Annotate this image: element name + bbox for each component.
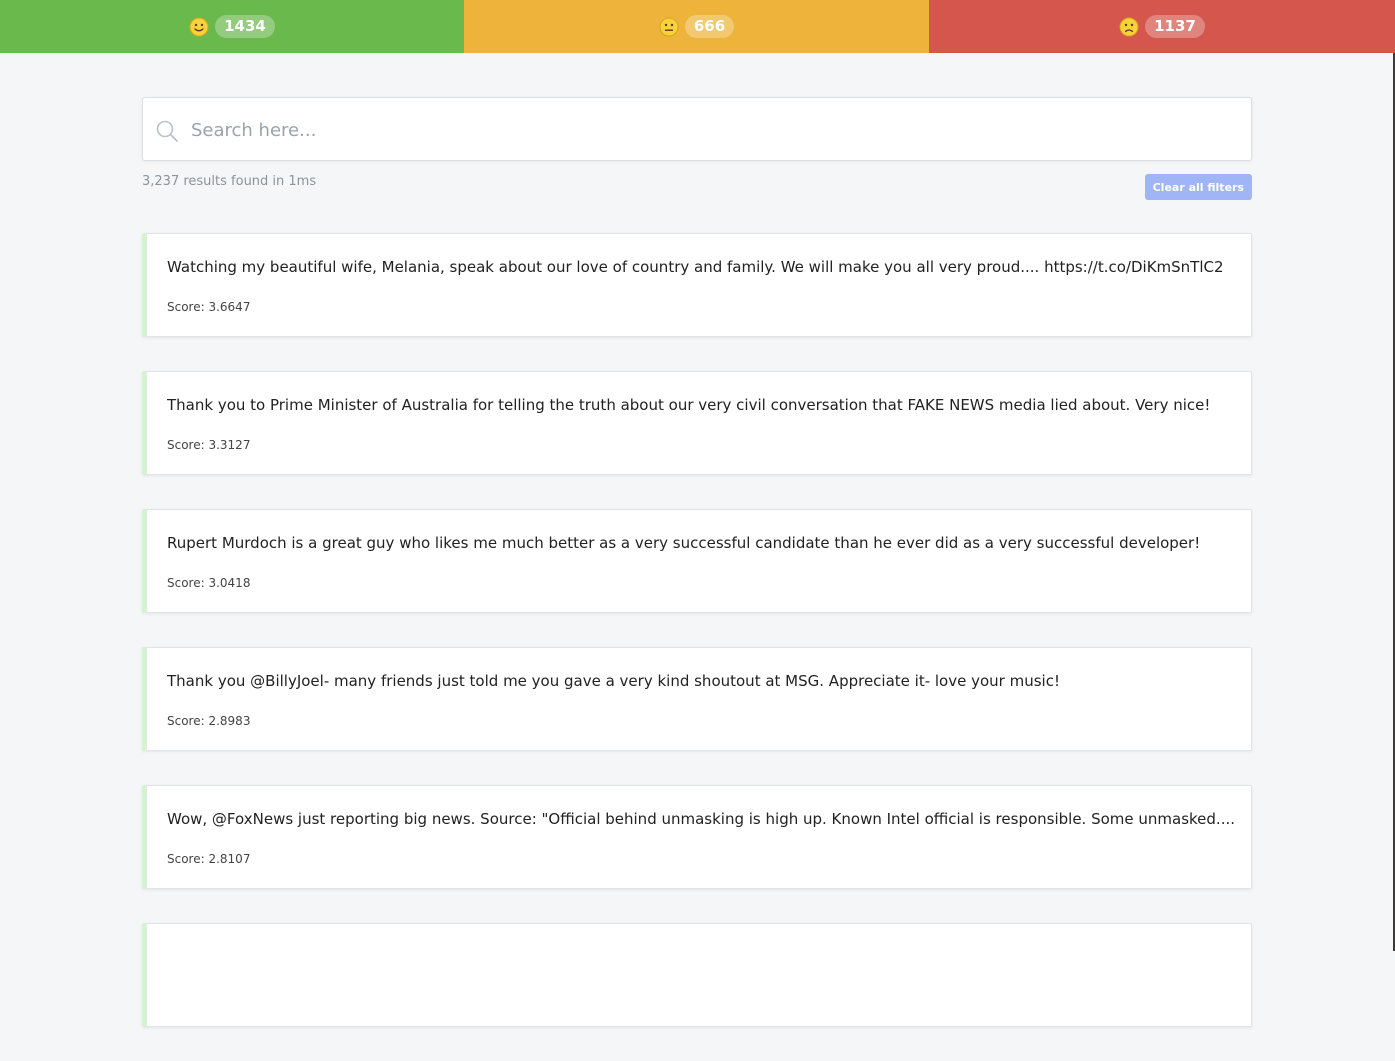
neutral-sentiment-filter[interactable]: 666 <box>464 0 929 53</box>
main-content: 3,237 results found in 1ms Clear all fil… <box>142 97 1252 1061</box>
search-box <box>142 97 1252 162</box>
result-card[interactable]: Thank you @BillyJoel- many friends just … <box>142 647 1252 751</box>
positive-count-badge: 1434 <box>215 15 275 38</box>
result-card[interactable]: Watching my beautiful wife, Melania, spe… <box>142 233 1252 337</box>
result-text: Watching my beautiful wife, Melania, spe… <box>167 258 1224 276</box>
frowning-face-icon <box>1119 17 1139 36</box>
result-score: Score: 3.6647 <box>167 300 251 314</box>
neutral-face-icon <box>659 17 679 36</box>
result-card[interactable]: Thank you to Prime Minister of Australia… <box>142 371 1252 475</box>
results-list: Watching my beautiful wife, Melania, spe… <box>142 233 1252 1027</box>
result-score: Score: 3.0418 <box>167 576 251 590</box>
result-card[interactable]: Wow, @FoxNews just reporting big news. S… <box>142 785 1252 889</box>
search-input[interactable] <box>189 98 1233 162</box>
search-icon <box>156 120 178 142</box>
results-count-text: 3,237 results found in 1ms <box>142 174 317 189</box>
negative-count-badge: 1137 <box>1145 15 1205 38</box>
result-text: Thank you to Prime Minister of Australia… <box>167 396 1211 414</box>
positive-sentiment-filter[interactable]: 1434 <box>0 0 464 53</box>
result-score: Score: 2.8107 <box>167 852 251 866</box>
result-text: Rupert Murdoch is a great guy who likes … <box>167 534 1201 552</box>
clear-all-filters-button[interactable]: Clear all filters <box>1144 174 1252 200</box>
sentiment-filter-bar: 1434 666 1137 <box>0 0 1395 53</box>
negative-sentiment-filter[interactable]: 1137 <box>929 0 1395 53</box>
result-card[interactable] <box>142 923 1252 1027</box>
smiling-face-icon <box>189 17 209 36</box>
neutral-count-badge: 666 <box>684 15 735 38</box>
result-text: Thank you @BillyJoel- many friends just … <box>167 672 1060 690</box>
result-score: Score: 2.8983 <box>167 714 251 728</box>
result-text: Wow, @FoxNews just reporting big news. S… <box>167 810 1235 828</box>
results-stats-row: 3,237 results found in 1ms Clear all fil… <box>142 161 1252 211</box>
result-score: Score: 3.3127 <box>167 438 251 452</box>
result-card[interactable]: Rupert Murdoch is a great guy who likes … <box>142 509 1252 613</box>
